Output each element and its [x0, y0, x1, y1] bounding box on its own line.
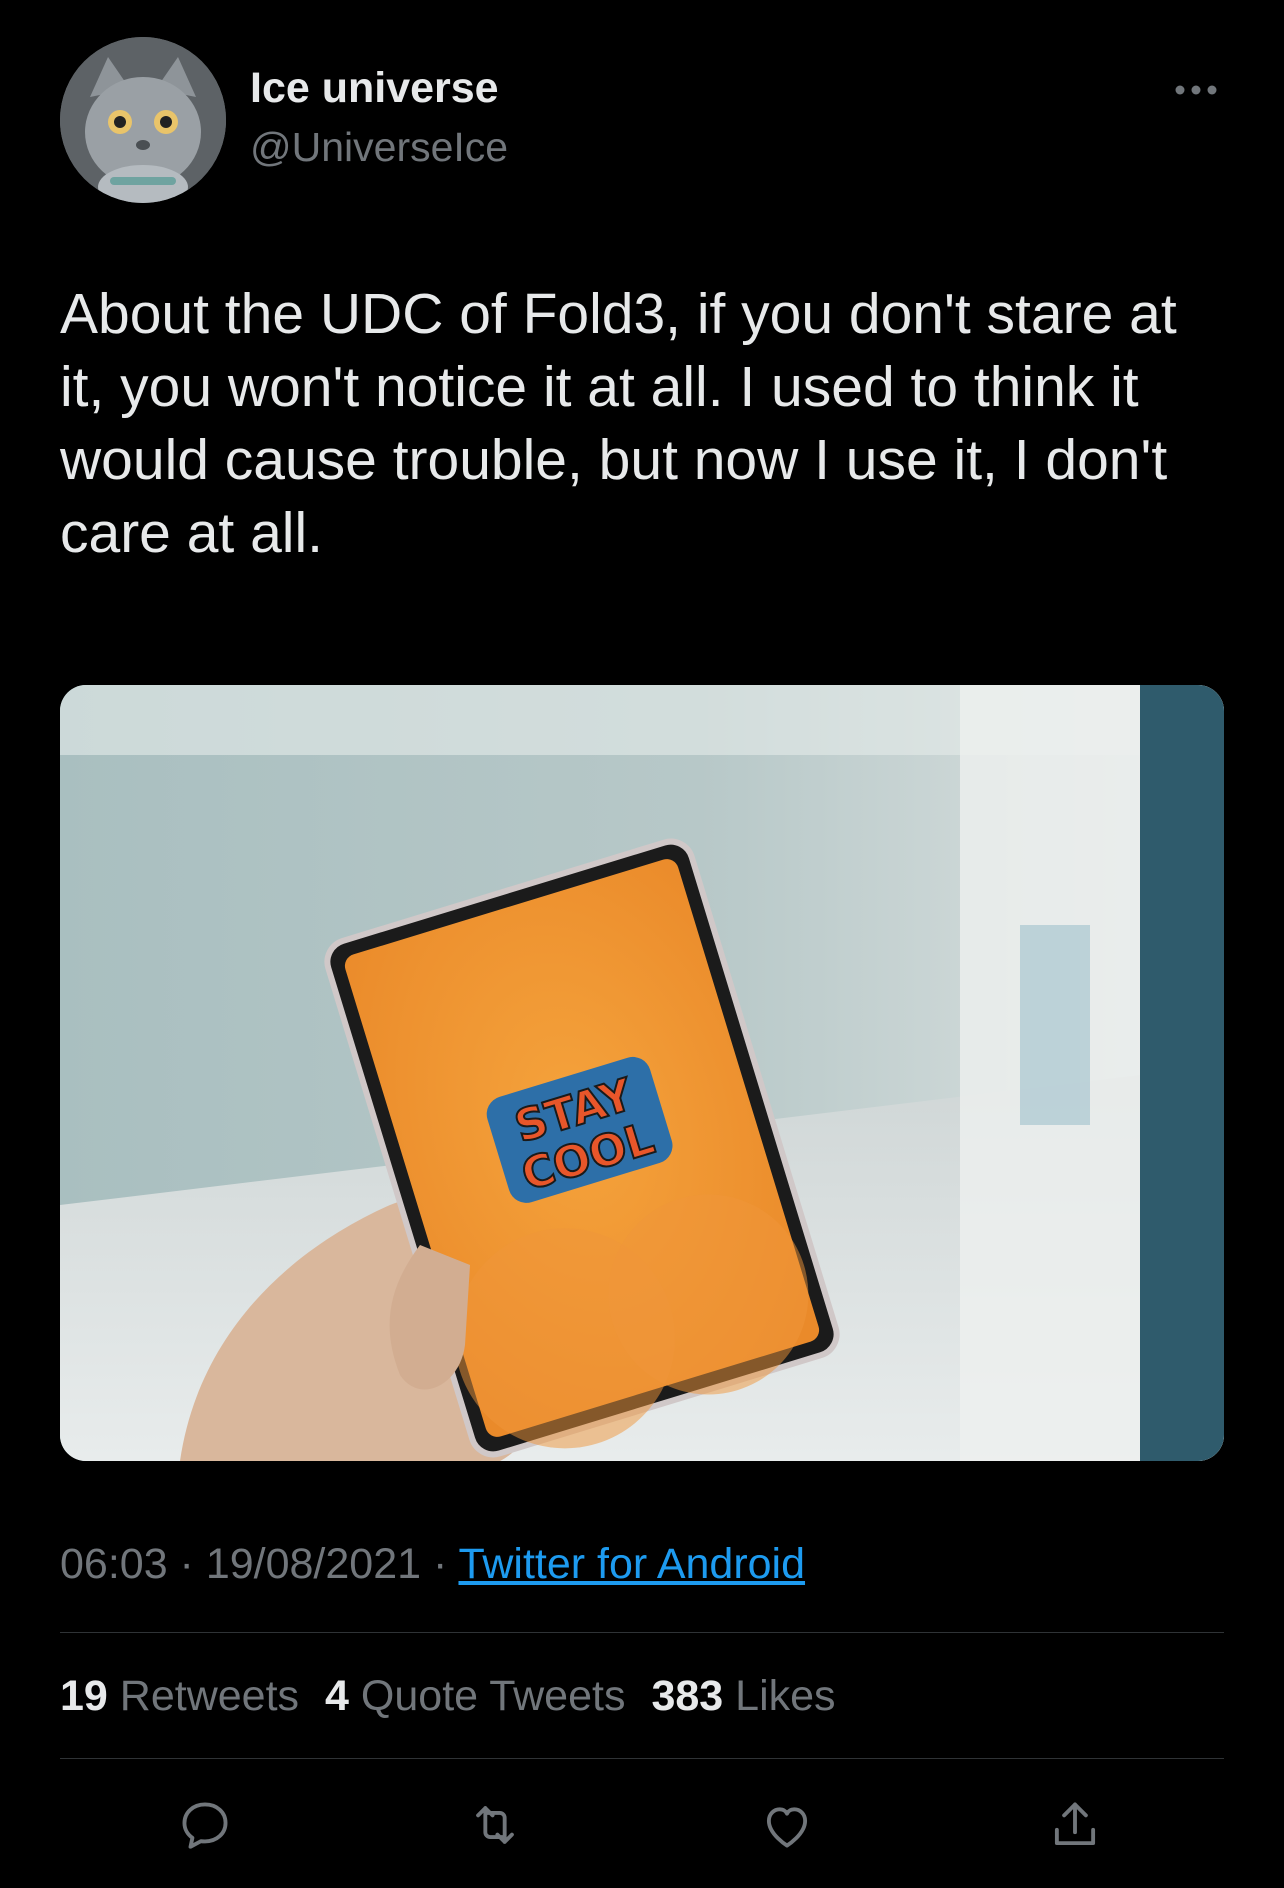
user-handle[interactable]: @UniverseIce [250, 124, 508, 171]
retweet-button[interactable] [460, 1790, 530, 1860]
tweet-meta: 06:03 · 19/08/2021 · Twitter for Android [60, 1540, 805, 1589]
likes-count: 383 [651, 1672, 724, 1720]
tweet-text: About the UDC of Fold3, if you don't sta… [60, 282, 1177, 565]
more-icon [1175, 85, 1217, 95]
quote-tweets-stat[interactable]: 4 Quote Tweets [325, 1672, 625, 1721]
meta-separator: · [421, 1540, 459, 1588]
tweet-stats: 19 Retweets 4 Quote Tweets 383 Likes [60, 1672, 836, 1721]
display-name[interactable]: Ice universe [250, 64, 499, 113]
more-options-button[interactable] [1166, 70, 1226, 110]
reply-button[interactable] [170, 1790, 240, 1860]
retweets-label: Retweets [119, 1672, 300, 1720]
photo-foldable-phone: STAY COOL [60, 685, 1224, 1461]
likes-label: Likes [735, 1672, 836, 1720]
meta-separator: · [167, 1540, 206, 1588]
like-icon [766, 1807, 808, 1848]
avatar[interactable] [60, 37, 226, 203]
quote-tweets-count: 4 [325, 1672, 349, 1720]
divider [60, 1758, 1224, 1759]
tweet-time: 06:03 [60, 1540, 168, 1588]
action-bar [0, 1790, 1284, 1870]
retweets-count: 19 [60, 1672, 108, 1720]
quote-tweets-label: Quote Tweets [360, 1672, 626, 1720]
divider [60, 1632, 1224, 1633]
retweet-icon [476, 1806, 514, 1844]
tweet-image[interactable]: STAY COOL [60, 685, 1224, 1461]
share-button[interactable] [1040, 1790, 1110, 1860]
retweets-stat[interactable]: 19 Retweets [60, 1672, 299, 1721]
tweet-source-link[interactable]: Twitter for Android [458, 1540, 805, 1588]
reply-icon [182, 1802, 228, 1849]
cat-avatar-icon [60, 37, 226, 203]
like-button[interactable] [752, 1790, 822, 1860]
likes-stat[interactable]: 383 Likes [651, 1672, 835, 1721]
share-icon [1054, 1802, 1096, 1846]
tweet-date: 19/08/2021 [205, 1540, 422, 1588]
